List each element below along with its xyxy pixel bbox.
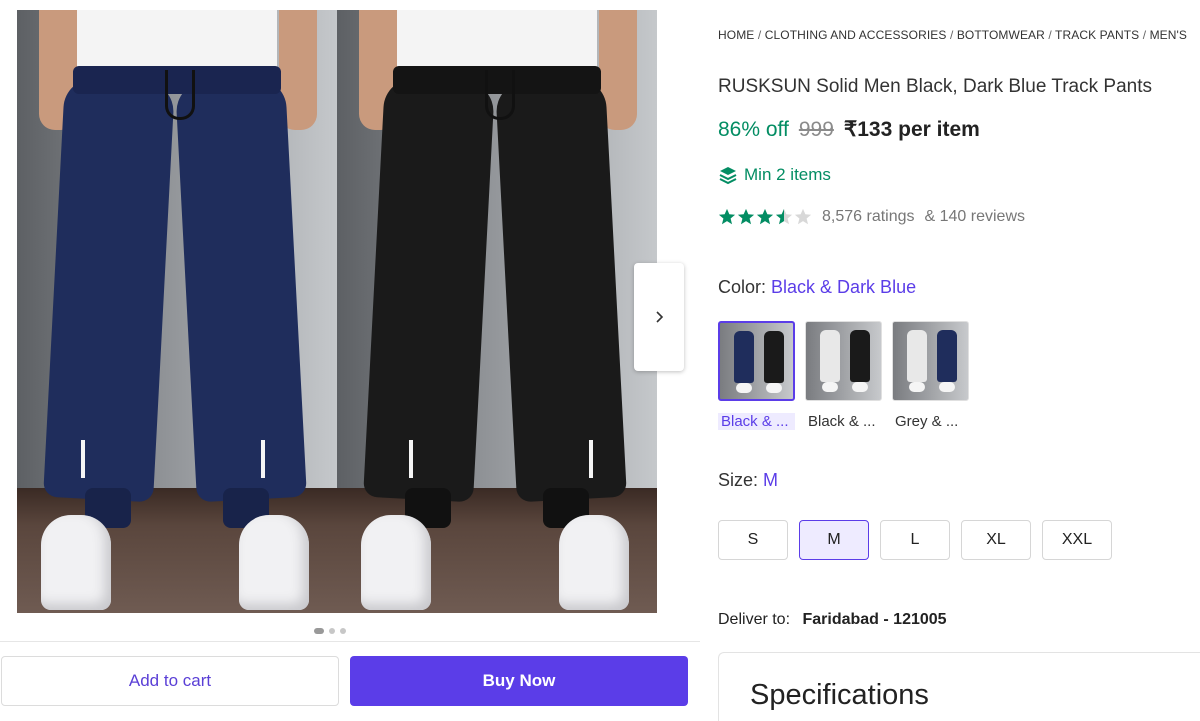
specifications-heading: Specifications xyxy=(750,679,929,711)
rating-row[interactable]: 8,576 ratings & 140 reviews xyxy=(718,208,1025,226)
price-row: 86% off 999 ₹133 per item xyxy=(718,117,980,142)
delivery-info[interactable]: Deliver to: Faridabad - 121005 xyxy=(718,611,947,629)
size-option-s[interactable]: S xyxy=(718,520,788,560)
color-heading: Color: Black & Dark Blue xyxy=(718,277,916,298)
star-full-icon xyxy=(737,208,755,225)
selected-size: M xyxy=(763,470,779,490)
navy-pant-photo xyxy=(17,10,337,613)
size-options: S M L XL XXL xyxy=(718,520,1112,560)
product-details: HOME / CLOTHING AND ACCESSORIES / BOTTOM… xyxy=(718,0,1200,721)
size-heading: Size: M xyxy=(718,470,778,491)
layers-icon xyxy=(719,167,737,185)
color-option-thumbnail xyxy=(805,321,882,401)
selected-color: Black & Dark Blue xyxy=(771,277,917,297)
color-option-thumbnail xyxy=(892,321,969,401)
size-label: Size: xyxy=(718,470,759,490)
color-option-label: Black & ... xyxy=(718,413,795,430)
delivery-location: Faridabad - 121005 xyxy=(802,611,947,628)
rating-stars xyxy=(718,208,812,226)
black-pant-photo xyxy=(337,10,657,613)
breadcrumb-home[interactable]: HOME xyxy=(718,28,754,42)
chevron-right-icon xyxy=(656,311,664,323)
breadcrumb-track-pants[interactable]: TRACK PANTS xyxy=(1055,28,1139,42)
min-items-note: Min 2 items xyxy=(718,165,831,185)
carousel-dot[interactable] xyxy=(314,628,324,634)
breadcrumb-mens[interactable]: MEN'S xyxy=(1150,28,1187,42)
specifications-card: Specifications xyxy=(718,652,1200,721)
delivery-label: Deliver to: xyxy=(718,611,791,628)
star-full-icon xyxy=(718,208,736,225)
ratings-count: 8,576 ratings xyxy=(822,208,915,225)
color-option[interactable]: Black & ... xyxy=(805,321,882,430)
size-option-xxl[interactable]: XXL xyxy=(1042,520,1112,560)
add-to-cart-button[interactable]: Add to cart xyxy=(1,656,339,706)
size-option-xl[interactable]: XL xyxy=(961,520,1031,560)
next-image-button[interactable] xyxy=(634,263,684,371)
reviews-count: & 140 reviews xyxy=(924,208,1026,225)
selling-price: ₹133 per item xyxy=(843,118,980,141)
action-bar: Add to cart Buy Now xyxy=(0,641,700,721)
color-option-label: Black & ... xyxy=(808,413,876,430)
color-option-label: Grey & ... xyxy=(895,413,959,430)
carousel-dot[interactable] xyxy=(329,628,335,634)
color-swatches: Black & ... Black & ... Grey & ... xyxy=(718,321,969,430)
color-option[interactable]: Black & ... xyxy=(718,321,795,430)
carousel-dots xyxy=(314,628,346,634)
carousel-dot[interactable] xyxy=(340,628,346,634)
size-option-m[interactable]: M xyxy=(799,520,869,560)
buy-now-button[interactable]: Buy Now xyxy=(350,656,688,706)
color-option[interactable]: Grey & ... xyxy=(892,321,969,430)
star-empty-icon xyxy=(794,208,812,225)
breadcrumb-clothing[interactable]: CLOTHING AND ACCESSORIES xyxy=(765,28,947,42)
product-title: RUSKSUN Solid Men Black, Dark Blue Track… xyxy=(718,76,1152,97)
size-option-l[interactable]: L xyxy=(880,520,950,560)
discount-percent: 86% off xyxy=(718,118,789,141)
breadcrumb: HOME / CLOTHING AND ACCESSORIES / BOTTOM… xyxy=(718,28,1188,42)
product-image[interactable] xyxy=(17,10,657,613)
color-option-thumbnail xyxy=(718,321,795,401)
min-items-label: Min 2 items xyxy=(744,165,831,184)
star-full-icon xyxy=(756,208,774,225)
star-half-icon xyxy=(775,208,793,225)
breadcrumb-bottomwear[interactable]: BOTTOMWEAR xyxy=(957,28,1045,42)
color-label: Color: xyxy=(718,277,767,297)
original-price: 999 xyxy=(798,118,834,141)
